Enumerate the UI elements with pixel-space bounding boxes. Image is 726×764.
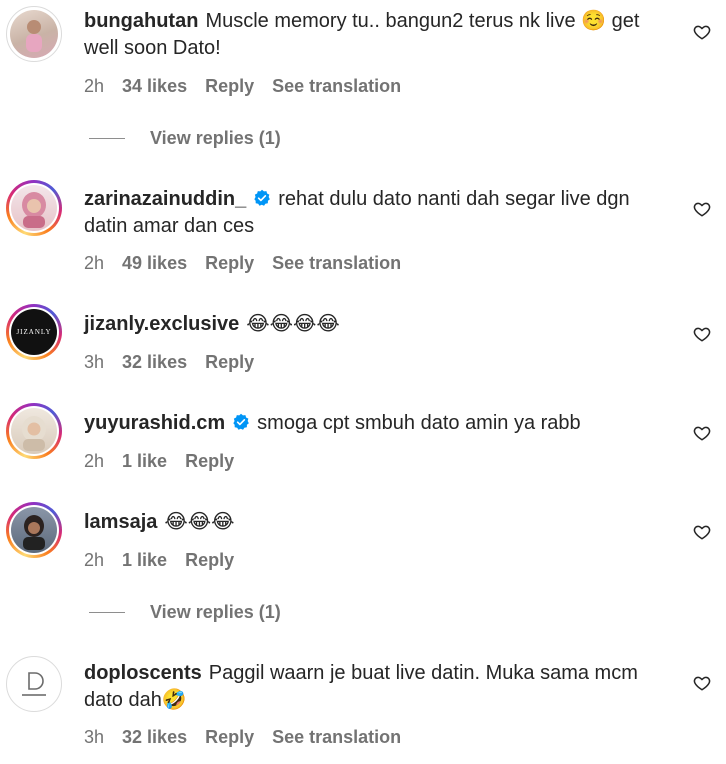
comment-meta: 2h 34 likes Reply See translation [84, 76, 401, 97]
comment-text: jizanly.exclusive 😂😂😂😂 [84, 311, 674, 338]
like-heart-icon[interactable] [693, 674, 711, 692]
reply-button[interactable]: Reply [205, 352, 254, 373]
comment-meta: 3h 32 likes Reply See translation [84, 727, 401, 748]
comment-text: bungahutan Muscle memory tu.. bangun2 ter… [84, 8, 674, 62]
username[interactable]: jizanly.exclusive [84, 313, 239, 335]
verified-badge-icon [254, 189, 271, 206]
like-heart-icon[interactable] [693, 23, 711, 41]
comment-meta: 2h 49 likes Reply See translation [84, 253, 401, 274]
likes-count[interactable]: 1 like [122, 451, 167, 472]
comment-text: lamsaja 😂😂😂 [84, 509, 674, 536]
reply-button[interactable]: Reply [205, 76, 254, 97]
comment-text: doploscents Paggil waarn je buat live dat… [84, 660, 674, 714]
likes-count[interactable]: 1 like [122, 550, 167, 571]
replies-divider [89, 612, 125, 613]
username[interactable]: lamsaja [84, 511, 157, 533]
reply-button[interactable]: Reply [205, 253, 254, 274]
view-replies-label[interactable]: View replies (1) [150, 128, 281, 149]
timestamp: 3h [84, 727, 105, 747]
username[interactable]: yuyurashid.cm [84, 412, 225, 434]
see-translation-button[interactable]: See translation [272, 727, 401, 748]
comment-text: yuyurashid.cm smoga cpt smbuh dato amin y… [84, 410, 674, 437]
like-heart-icon[interactable] [693, 325, 711, 343]
timestamp: 3h [84, 352, 105, 372]
reply-button[interactable]: Reply [205, 727, 254, 748]
reply-button[interactable]: Reply [185, 550, 234, 571]
avatar[interactable] [6, 403, 62, 459]
view-replies-button[interactable]: View replies (1) [89, 128, 281, 149]
reply-button[interactable]: Reply [185, 451, 234, 472]
avatar[interactable] [6, 656, 62, 712]
avatar[interactable] [6, 502, 62, 558]
likes-count[interactable]: 32 likes [122, 352, 187, 373]
likes-count[interactable]: 32 likes [122, 727, 187, 748]
comment-body: smoga cpt smbuh dato amin ya rabb [257, 412, 581, 434]
username[interactable]: doploscents [84, 662, 202, 684]
comment-meta: 3h 32 likes Reply [84, 352, 254, 373]
comment-meta: 2h 1 like Reply [84, 550, 234, 571]
woman-photo-icon [22, 416, 46, 451]
username[interactable]: bungahutan [84, 10, 198, 32]
doploscents-logo-icon [22, 672, 46, 696]
timestamp: 2h [84, 253, 105, 273]
woman-photo-icon [22, 192, 46, 228]
comment-body: 😂😂😂😂 [246, 313, 340, 335]
avatar[interactable] [6, 6, 62, 62]
woman-photo-icon [23, 515, 45, 550]
like-heart-icon[interactable] [693, 523, 711, 541]
view-replies-label[interactable]: View replies (1) [150, 602, 281, 623]
view-replies-button[interactable]: View replies (1) [89, 602, 281, 623]
comment-body: 😂😂😂 [164, 511, 235, 533]
see-translation-button[interactable]: See translation [272, 76, 401, 97]
timestamp: 2h [84, 550, 105, 570]
like-heart-icon[interactable] [693, 200, 711, 218]
avatar[interactable] [6, 180, 62, 236]
see-translation-button[interactable]: See translation [272, 253, 401, 274]
avatar[interactable]: JIZANLY [6, 304, 62, 360]
replies-divider [89, 138, 125, 139]
likes-count[interactable]: 49 likes [122, 253, 187, 274]
child-photo-icon [26, 20, 42, 52]
likes-count[interactable]: 34 likes [122, 76, 187, 97]
comment-text: zarinazainuddin_ rehat dulu dato nanti da… [84, 186, 674, 240]
comment-meta: 2h 1 like Reply [84, 451, 234, 472]
username[interactable]: zarinazainuddin_ [84, 188, 246, 210]
jizanly-logo: JIZANLY [16, 328, 52, 336]
timestamp: 2h [84, 451, 105, 471]
like-heart-icon[interactable] [693, 424, 711, 442]
timestamp: 2h [84, 76, 105, 96]
verified-badge-icon [233, 413, 250, 430]
